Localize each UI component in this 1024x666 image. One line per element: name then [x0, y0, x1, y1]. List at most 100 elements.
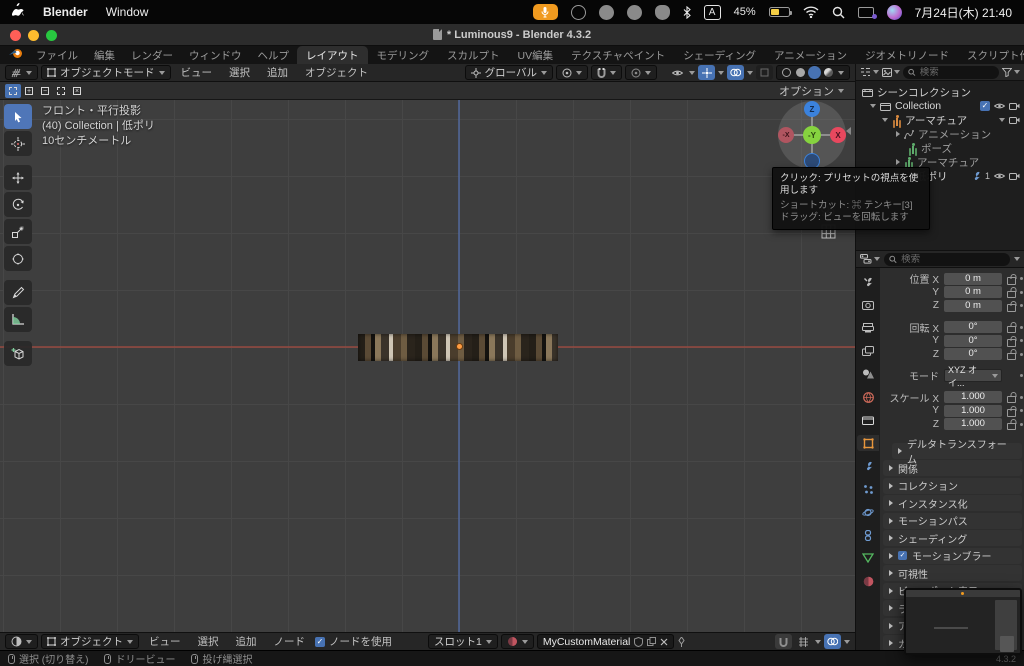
eye-icon[interactable]	[994, 172, 1005, 180]
tab-physics[interactable]	[857, 504, 879, 520]
viewport-menu-object[interactable]: オブジェクト	[298, 65, 375, 80]
menu-render[interactable]: レンダー	[123, 46, 181, 64]
expand-icon[interactable]	[882, 118, 888, 122]
expand-icon[interactable]	[896, 159, 900, 165]
section-motion-blur[interactable]: ✓ モーションブラー	[883, 547, 1022, 564]
scale-z-field[interactable]: 1.000	[944, 418, 1002, 431]
shader-snap-toggle[interactable]	[775, 634, 792, 649]
lock-icon[interactable]	[1006, 419, 1016, 431]
apple-menu[interactable]	[11, 3, 25, 21]
section-motion-paths[interactable]: モーションパス	[883, 512, 1022, 529]
animate-dot[interactable]	[1020, 422, 1023, 426]
screen-mirroring-icon[interactable]	[857, 6, 877, 19]
animate-dot[interactable]	[1020, 339, 1023, 343]
line-app-icon[interactable]	[626, 4, 642, 20]
scale-x-field[interactable]: 1.000	[944, 391, 1002, 404]
menu-file[interactable]: ファイル	[28, 46, 86, 64]
outliner-row-armature-object[interactable]: アーマチュア	[856, 113, 1024, 127]
section-collections[interactable]: コレクション	[883, 477, 1022, 494]
scale-y-field[interactable]: 1.000	[944, 404, 1002, 417]
battery-icon[interactable]	[768, 7, 792, 17]
steering-wheel-icon[interactable]	[570, 4, 586, 20]
menubar-clock[interactable]: 7月24日(木) 21:40	[915, 4, 1012, 21]
select-mode-invert-button[interactable]	[53, 84, 69, 98]
animate-dot[interactable]	[1020, 352, 1023, 356]
input-source-icon[interactable]: A	[703, 4, 721, 20]
pin-icon[interactable]	[677, 636, 686, 647]
workspace-tab-layout[interactable]: レイアウト	[297, 46, 368, 64]
show-overlays-toggle[interactable]	[727, 65, 744, 80]
menu-edit[interactable]: 編集	[86, 46, 123, 64]
show-gizmo-toggle[interactable]	[698, 65, 715, 80]
select-mode-extend-button[interactable]: +	[21, 84, 37, 98]
chevron-down-icon[interactable]	[718, 70, 724, 75]
shader-mode-selector[interactable]: オブジェクト	[41, 634, 139, 649]
lock-icon[interactable]	[1006, 392, 1016, 404]
material-browse-selector[interactable]	[500, 634, 534, 649]
rotation-x-field[interactable]: 0°	[944, 321, 1002, 334]
outliner-row-animation[interactable]: アニメーション	[856, 127, 1024, 141]
chevron-down-icon[interactable]	[844, 639, 850, 644]
tab-tool[interactable]	[857, 274, 879, 290]
animate-dot[interactable]	[1020, 290, 1023, 294]
chevron-down-icon[interactable]	[999, 118, 1005, 122]
shader-editor-type-selector[interactable]	[5, 634, 38, 649]
outliner-row-collection[interactable]: Collection ✓	[856, 99, 1024, 113]
spotlight-search-icon[interactable]	[832, 6, 845, 19]
material-name-field[interactable]: MyCustomMaterial	[536, 634, 675, 649]
tool-add-cube[interactable]	[4, 341, 32, 366]
xray-toggle[interactable]	[756, 65, 773, 80]
lock-icon[interactable]	[1006, 349, 1016, 361]
viewport-menu-add[interactable]: 追加	[260, 65, 295, 80]
controller-icon[interactable]	[598, 4, 614, 20]
3d-viewport[interactable]	[0, 100, 855, 632]
select-mode-intersect-button[interactable]: ×	[69, 84, 85, 98]
tab-view-layer[interactable]	[857, 343, 879, 359]
microphone-indicator-icon[interactable]	[532, 4, 558, 20]
use-nodes-toggle[interactable]: ✓ ノードを使用	[315, 634, 392, 649]
lock-icon[interactable]	[1006, 406, 1016, 417]
menubar-window-menu[interactable]: Window	[106, 5, 149, 19]
chevron-down-icon[interactable]	[689, 70, 695, 75]
select-mode-new-button[interactable]	[5, 83, 21, 98]
workspace-tab-geometrynodes[interactable]: ジオメトリノード	[856, 46, 958, 64]
material-slot-selector[interactable]: スロット1	[428, 634, 498, 649]
siri-icon[interactable]	[886, 4, 902, 20]
workspace-tab-modeling[interactable]: モデリング	[368, 46, 439, 64]
animate-dot[interactable]	[1020, 374, 1023, 378]
section-instancing[interactable]: インスタンス化	[883, 495, 1022, 511]
animate-dot[interactable]	[1020, 325, 1023, 329]
animate-dot[interactable]	[1020, 277, 1023, 281]
screen-share-thumbnail[interactable]	[904, 588, 1022, 655]
shading-solid-button[interactable]	[796, 68, 805, 77]
chevron-down-icon[interactable]	[815, 639, 821, 644]
tab-object[interactable]	[857, 435, 879, 451]
shader-menu-select[interactable]: 選択	[191, 634, 226, 649]
location-z-field[interactable]: 0 m	[944, 299, 1002, 312]
gizmo-axis-x[interactable]: X	[830, 127, 846, 143]
lock-icon[interactable]	[1006, 336, 1016, 347]
tab-modifiers[interactable]	[857, 458, 879, 474]
tool-move[interactable]	[4, 165, 32, 190]
vpn-icon[interactable]	[654, 4, 670, 20]
rotation-y-field[interactable]: 0°	[944, 334, 1002, 347]
unlink-x-icon[interactable]	[660, 638, 668, 646]
motion-blur-checkbox[interactable]: ✓	[898, 551, 907, 560]
animate-dot[interactable]	[1020, 395, 1023, 399]
expand-icon[interactable]	[896, 131, 900, 137]
new-material-copy-icon[interactable]	[647, 637, 657, 646]
shader-snap-mode[interactable]	[795, 634, 812, 649]
outliner-row-pose[interactable]: ポーズ	[856, 141, 1024, 155]
properties-search[interactable]	[884, 252, 1010, 266]
shading-material-button[interactable]	[810, 68, 819, 77]
select-mode-subtract-button[interactable]: −	[37, 84, 53, 98]
section-shading[interactable]: シェーディング	[883, 530, 1022, 546]
viewport-menu-select[interactable]: 選択	[222, 65, 257, 80]
tab-collection-props[interactable]	[857, 412, 879, 428]
pivot-point-selector[interactable]	[556, 65, 588, 80]
workspace-tab-scripting[interactable]: スクリプト作成	[958, 46, 1024, 64]
tool-measure[interactable]	[4, 307, 32, 332]
workspace-tab-uv[interactable]: UV編集	[509, 46, 563, 64]
lock-icon[interactable]	[1006, 301, 1016, 312]
collection-checkbox[interactable]: ✓	[980, 101, 990, 111]
